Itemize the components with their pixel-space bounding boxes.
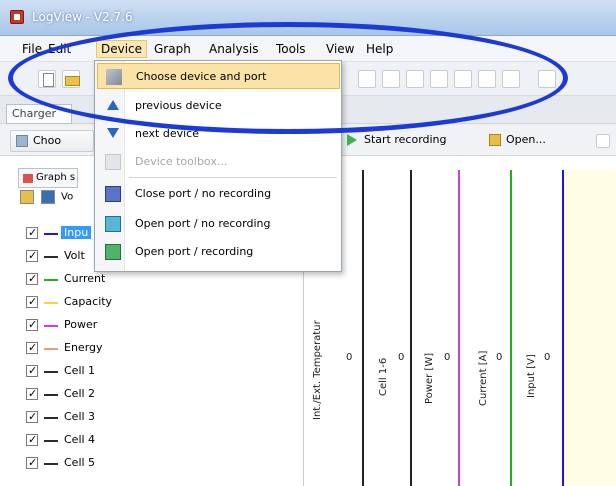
channel-energy[interactable]: Energy <box>0 337 150 360</box>
channel-capacity[interactable]: Capacity <box>0 291 150 314</box>
channel-name: Inpu <box>61 226 92 239</box>
series-color-swatch <box>44 256 58 258</box>
open-folder-icon[interactable] <box>20 190 34 204</box>
arrow-down-icon <box>107 128 119 138</box>
series-color-swatch <box>44 325 58 327</box>
save-icon[interactable] <box>40 190 55 204</box>
folder-icon <box>489 134 501 146</box>
window-title: LogView - V2.7.6 <box>32 10 133 24</box>
series-color-swatch <box>44 371 58 373</box>
channel-name: Cell 1 <box>64 364 96 377</box>
channel-cell-1[interactable]: Cell 1 <box>0 360 150 383</box>
axis-temperature <box>362 170 364 486</box>
axis-label-current: Current [A] <box>478 350 489 406</box>
series-color-swatch <box>44 440 58 442</box>
port-open-icon <box>105 216 121 232</box>
plot-canvas[interactable] <box>562 170 616 486</box>
channel-cell-3[interactable]: Cell 3 <box>0 406 150 429</box>
choose-button[interactable]: Choo <box>10 130 94 152</box>
start-recording-label: Start recording <box>364 133 447 146</box>
highlight-ellipse <box>8 22 568 134</box>
checkbox[interactable] <box>26 341 38 354</box>
menu-item-close-port[interactable]: Close port / no recording <box>97 181 340 207</box>
axis-zero-cell: 0 <box>398 352 405 363</box>
channel-name: Current <box>64 272 106 285</box>
menu-item-label: Open port / no recording <box>135 217 271 230</box>
checkbox[interactable] <box>26 318 38 331</box>
play-icon <box>347 134 359 146</box>
series-color-swatch <box>44 394 58 396</box>
checkbox[interactable] <box>26 272 38 285</box>
checkbox[interactable] <box>26 364 38 377</box>
checkbox[interactable] <box>26 410 38 423</box>
channel-name: Volt <box>64 249 85 262</box>
series-color-swatch <box>44 302 58 304</box>
axis-label-power: Power [W] <box>424 352 435 404</box>
axis-label-input: Input [V] <box>526 354 537 398</box>
app-icon <box>10 10 24 24</box>
menu-item-open-port-recording[interactable]: Open port / recording <box>97 239 340 265</box>
menu-item-device-toolbox: Device toolbox... <box>97 149 340 175</box>
menu-separator <box>129 177 337 178</box>
save-icon[interactable] <box>596 134 610 148</box>
axis-zero-power: 0 <box>444 352 451 363</box>
open-button[interactable]: Open... <box>484 130 566 152</box>
channel-cell-2[interactable]: Cell 2 <box>0 383 150 406</box>
menu-item-open-port[interactable]: Open port / no recording <box>97 211 340 237</box>
series-color-swatch <box>44 279 58 281</box>
axis-cell <box>410 170 412 486</box>
checkbox[interactable] <box>26 387 38 400</box>
channel-name: Cell 4 <box>64 433 96 446</box>
port-record-icon <box>105 244 121 260</box>
channel-cell-4[interactable]: Cell 4 <box>0 429 150 452</box>
checkbox[interactable] <box>26 226 38 239</box>
toolbox-icon <box>105 154 121 170</box>
axis-label-cell: Cell 1-6 <box>378 357 389 396</box>
channel-name: Cell 5 <box>64 456 96 469</box>
checkbox[interactable] <box>26 433 38 446</box>
checkbox[interactable] <box>26 456 38 469</box>
checkbox[interactable] <box>26 249 38 262</box>
choose-button-label: Choo <box>33 134 62 147</box>
axis-zero-input: 0 <box>544 352 551 363</box>
channel-power[interactable]: Power <box>0 314 150 337</box>
axis-current <box>510 170 512 486</box>
axis-label-temperature: Int./Ext. Temperatur <box>312 320 323 420</box>
plug-icon <box>16 135 28 147</box>
axis-power <box>458 170 460 486</box>
menu-item-label: Device toolbox... <box>135 155 228 168</box>
axis-zero-current: 0 <box>496 352 503 363</box>
axis-zero-temperature: 0 <box>346 352 353 363</box>
tab-graphs[interactable]: Graph s <box>18 168 78 188</box>
port-close-icon <box>105 186 121 202</box>
start-recording-button[interactable]: Start recording <box>342 130 470 152</box>
menu-item-label: Close port / no recording <box>135 187 272 200</box>
series-color-swatch <box>44 233 58 235</box>
open-button-label: Open... <box>506 133 546 146</box>
series-color-swatch <box>44 463 58 465</box>
channel-name: Cell 3 <box>64 410 96 423</box>
checkbox[interactable] <box>26 295 38 308</box>
channel-name: Power <box>64 318 98 331</box>
series-color-swatch <box>44 348 58 350</box>
series-color-swatch <box>44 417 58 419</box>
channel-cell-5[interactable]: Cell 5 <box>0 452 150 475</box>
menu-item-label: Open port / recording <box>135 245 254 258</box>
channel-name: Cell 2 <box>64 387 96 400</box>
panel-toolbar: Vo <box>20 190 73 212</box>
panel-label: Vo <box>61 191 74 203</box>
channel-name: Capacity <box>64 295 113 308</box>
channel-name: Energy <box>64 341 103 354</box>
